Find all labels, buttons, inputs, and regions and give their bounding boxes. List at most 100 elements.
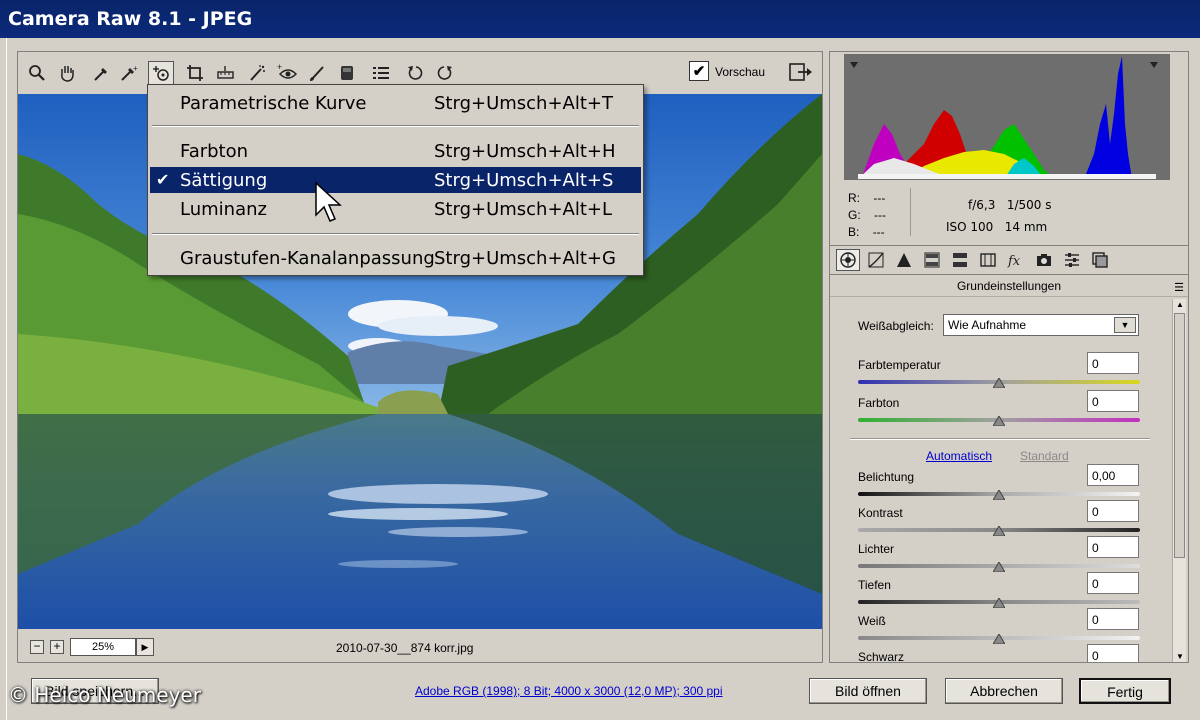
- shutter-value: 1/500 s: [1006, 198, 1052, 212]
- zoom-dropdown-button[interactable]: ▶: [136, 638, 154, 656]
- zoom-out-button[interactable]: −: [30, 640, 44, 654]
- copyright-watermark: © Heico Neumeyer: [8, 683, 201, 707]
- blacks-field[interactable]: 0: [1087, 644, 1139, 662]
- menu-item-luminance[interactable]: Luminanz Strg+Umsch+Alt+L: [150, 196, 641, 222]
- white-balance-select[interactable]: Wie Aufnahme ▼: [943, 314, 1139, 336]
- checkmark-icon: ✔: [156, 170, 170, 189]
- workflow-options-link[interactable]: Adobe RGB (1998); 8 Bit; 4000 x 3000 (12…: [415, 684, 723, 698]
- red-eye-icon[interactable]: +: [274, 61, 300, 85]
- focal-length-value: 14 mm: [1004, 220, 1048, 234]
- tab-camera-calibration-icon[interactable]: [1032, 249, 1056, 271]
- panel-tabs: fx: [830, 245, 1188, 275]
- preview-checkbox[interactable]: ✔: [689, 61, 709, 81]
- info-divider: [910, 188, 911, 236]
- tab-tone-curve-icon[interactable]: [864, 249, 888, 271]
- crop-icon[interactable]: [182, 61, 208, 85]
- g-label: G:: [848, 208, 861, 222]
- panel-scrollbar[interactable]: ▲ ▼: [1172, 299, 1186, 662]
- menu-item-label: Parametrische Kurve: [180, 93, 367, 114]
- adjustments-pane: R: --- G: --- B: --- f/6,3 1/500 s ISO 1…: [829, 51, 1189, 663]
- preferences-icon[interactable]: [368, 61, 394, 85]
- tab-snapshots-icon[interactable]: [1088, 249, 1112, 271]
- filename-label: 2010-07-30__874 korr.jpg: [336, 641, 474, 655]
- exposure-label: Belichtung: [858, 470, 915, 484]
- tab-basic-icon[interactable]: [836, 249, 860, 271]
- shadows-field[interactable]: 0: [1087, 572, 1139, 594]
- tab-effects-icon[interactable]: fx: [1004, 249, 1028, 271]
- color-sampler-icon[interactable]: +: [116, 61, 142, 85]
- rotate-right-icon[interactable]: [432, 61, 458, 85]
- menu-item-hue[interactable]: Farbton Strg+Umsch+Alt+H: [150, 138, 641, 164]
- svg-text:fx: fx: [1007, 254, 1021, 269]
- panel-title-text: Grundeinstellungen: [956, 279, 1062, 293]
- shadows-thumb[interactable]: [993, 598, 1005, 608]
- histogram: [844, 54, 1170, 180]
- spot-removal-icon[interactable]: [244, 61, 270, 85]
- chevron-down-icon[interactable]: ▼: [1114, 317, 1136, 333]
- tab-detail-icon[interactable]: [892, 249, 916, 271]
- svg-text:+: +: [133, 64, 138, 73]
- menu-separator: [152, 233, 639, 235]
- contrast-field[interactable]: 0: [1087, 500, 1139, 522]
- adjustment-brush-icon[interactable]: [304, 61, 330, 85]
- zoom-icon[interactable]: [24, 61, 50, 85]
- panel-title: Grundeinstellungen ☰: [830, 277, 1188, 297]
- menu-item-label: Graustufen-Kanalanpassung: [180, 248, 435, 269]
- menu-item-shortcut: Strg+Umsch+Alt+H: [434, 141, 616, 162]
- scrollbar-thumb[interactable]: [1174, 313, 1185, 558]
- tab-split-toning-icon[interactable]: [948, 249, 972, 271]
- targeted-adjustment-icon[interactable]: [148, 61, 174, 85]
- graduated-filter-icon[interactable]: [334, 61, 360, 85]
- cancel-button[interactable]: Abbrechen: [945, 678, 1063, 704]
- auto-link[interactable]: Automatisch: [926, 449, 992, 463]
- whites-thumb[interactable]: [993, 634, 1005, 644]
- tab-lens-corrections-icon[interactable]: [976, 249, 1000, 271]
- done-button[interactable]: Fertig: [1079, 678, 1171, 704]
- scroll-up-icon[interactable]: ▲: [1175, 300, 1185, 309]
- r-value: ---: [873, 191, 886, 205]
- menu-item-label: Luminanz: [180, 199, 267, 220]
- open-preferences-icon[interactable]: [788, 61, 814, 83]
- whites-field[interactable]: 0: [1087, 608, 1139, 630]
- preview-label: Vorschau: [715, 65, 766, 79]
- white-balance-value: Wie Aufnahme: [948, 318, 1027, 332]
- exposure-field[interactable]: 0,00: [1087, 464, 1139, 486]
- svg-text:+: +: [277, 63, 282, 72]
- zoom-in-button[interactable]: +: [50, 640, 64, 654]
- highlights-thumb[interactable]: [993, 562, 1005, 572]
- menu-item-saturation[interactable]: ✔ Sättigung Strg+Umsch+Alt+S: [150, 167, 641, 193]
- blacks-label: Schwarz: [858, 650, 905, 662]
- contrast-label: Kontrast: [858, 506, 903, 520]
- highlights-field[interactable]: 0: [1087, 536, 1139, 558]
- open-image-button[interactable]: Bild öffnen: [809, 678, 927, 704]
- contrast-thumb[interactable]: [993, 526, 1005, 536]
- tint-label: Farbton: [858, 396, 900, 410]
- menu-separator: [152, 125, 639, 127]
- whites-label: Weiß: [858, 614, 886, 628]
- panel-menu-icon[interactable]: ☰: [1174, 279, 1184, 297]
- aperture-value: f/6,3: [968, 198, 996, 212]
- highlights-label: Lichter: [858, 542, 895, 556]
- temperature-label: Farbtemperatur: [858, 358, 941, 372]
- rotate-left-icon[interactable]: [402, 61, 428, 85]
- menu-item-label: Sättigung: [180, 170, 268, 191]
- tab-hsl-icon[interactable]: [920, 249, 944, 271]
- straighten-icon[interactable]: [212, 61, 238, 85]
- menu-item-label: Farbton: [180, 141, 249, 162]
- zoom-level-field[interactable]: 25%: [70, 638, 136, 656]
- exposure-thumb[interactable]: [993, 490, 1005, 500]
- temperature-field[interactable]: 0: [1087, 352, 1139, 374]
- menu-item-grayscale-mix[interactable]: Graustufen-Kanalanpassung Strg+Umsch+Alt…: [150, 245, 641, 271]
- tint-field[interactable]: 0: [1087, 390, 1139, 412]
- menu-item-parametric-curve[interactable]: Parametrische Kurve Strg+Umsch+Alt+T: [150, 90, 641, 116]
- white-balance-icon[interactable]: [88, 61, 114, 85]
- window-title: Camera Raw 8.1 - JPEG: [0, 0, 1200, 38]
- hand-icon[interactable]: [54, 61, 80, 85]
- default-link[interactable]: Standard: [1020, 449, 1069, 463]
- mouse-cursor-icon: [314, 181, 344, 225]
- white-balance-label: Weißabgleich:: [858, 319, 934, 333]
- tint-thumb[interactable]: [993, 416, 1005, 426]
- temperature-thumb[interactable]: [993, 378, 1005, 388]
- scroll-down-icon[interactable]: ▼: [1175, 652, 1185, 661]
- tab-presets-icon[interactable]: [1060, 249, 1084, 271]
